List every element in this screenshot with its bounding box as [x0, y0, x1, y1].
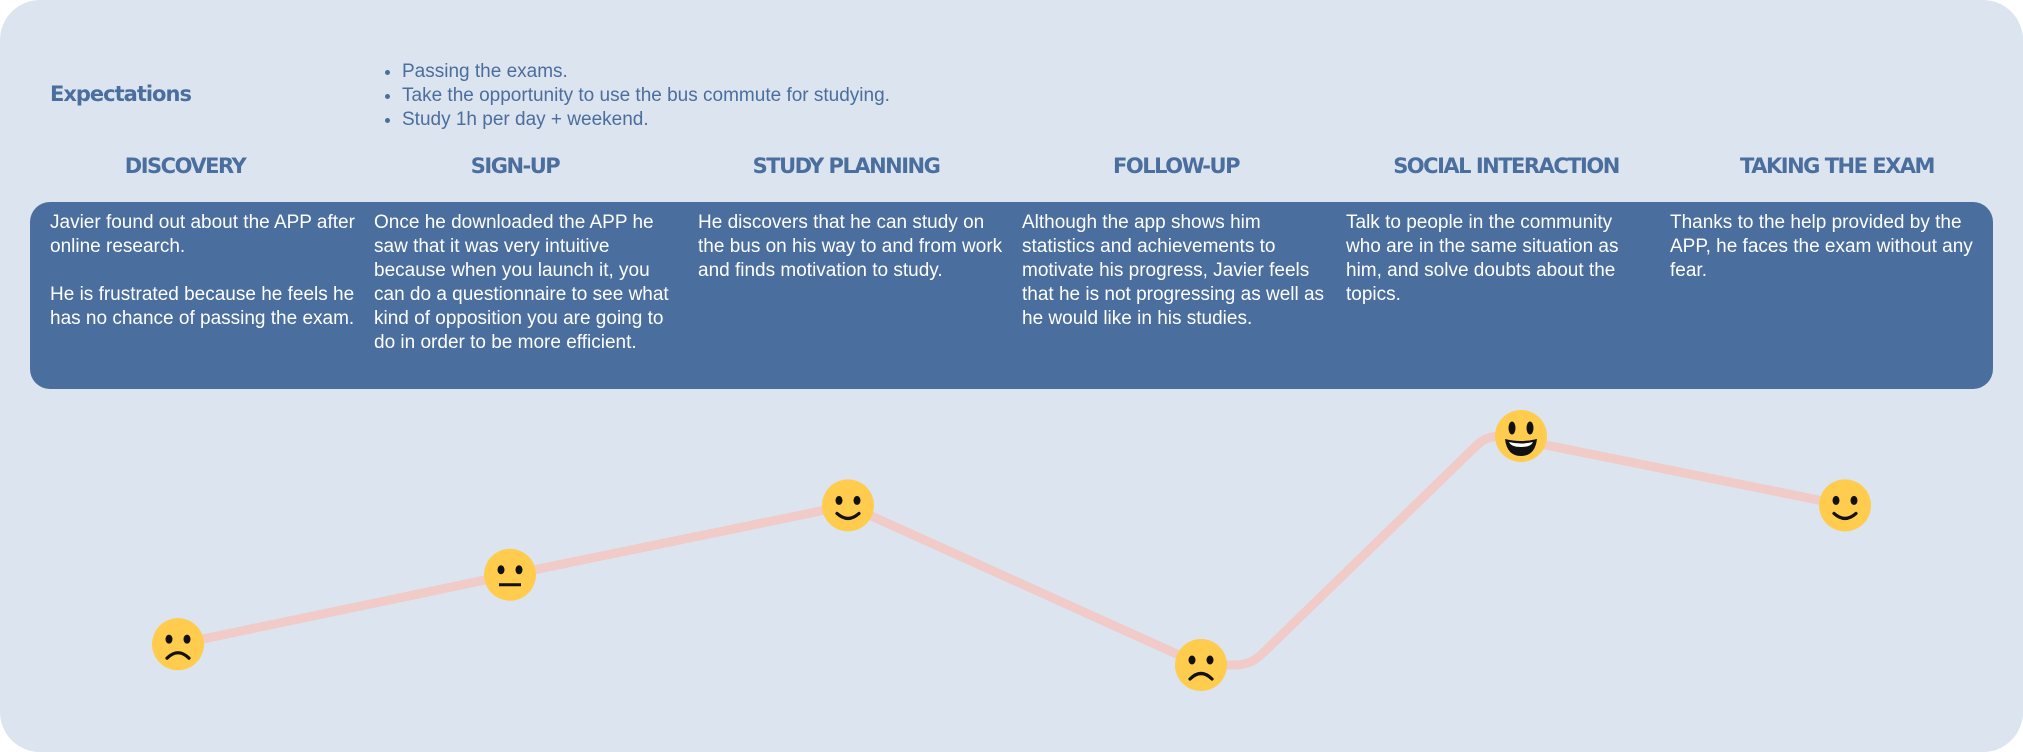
neutral-face-icon [484, 548, 536, 601]
slightly-smiling-face-icon [822, 479, 874, 532]
slightly-smiling-face-icon [1819, 479, 1871, 532]
emotion-line [173, 431, 1850, 670]
frowning-face-icon [1175, 639, 1227, 691]
grinning-face-icon [1495, 410, 1547, 462]
emotion-curve-chart [152, 410, 1871, 691]
frowning-face-icon [152, 618, 204, 671]
